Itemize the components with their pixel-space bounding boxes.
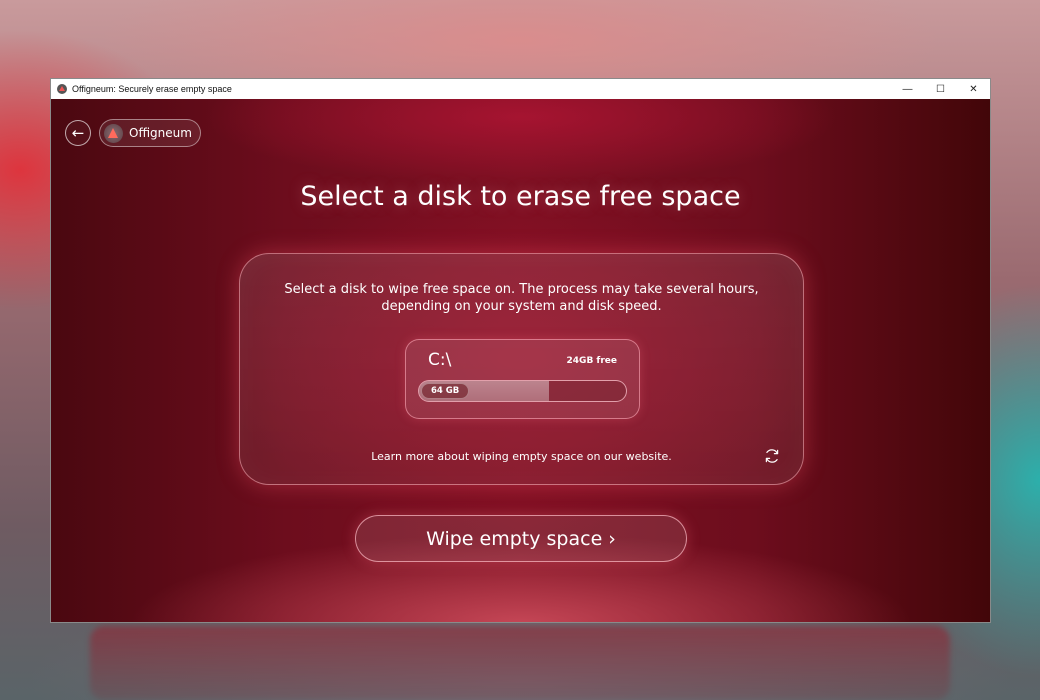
app-logo-icon — [57, 84, 67, 94]
learn-more-link[interactable]: Learn more about wiping empty space on o… — [240, 450, 803, 463]
maximize-button[interactable]: ☐ — [924, 79, 957, 99]
brand-name: Offigneum — [129, 126, 192, 140]
app-window: Offigneum: Securely erase empty space — … — [50, 78, 991, 623]
brand-badge[interactable]: Offigneum — [99, 119, 201, 147]
back-button[interactable]: ← — [65, 120, 91, 146]
disk-usage-bar: 64 GB — [418, 380, 627, 402]
title-bar: Offigneum: Securely erase empty space — … — [51, 79, 990, 99]
wipe-empty-space-button[interactable]: Wipe empty space › — [355, 515, 687, 562]
disk-free-space: 24GB free — [566, 356, 617, 366]
refresh-icon[interactable] — [763, 447, 781, 465]
disk-size-badge: 64 GB — [421, 383, 470, 399]
card-description: Select a disk to wipe free space on. The… — [284, 282, 759, 314]
window-controls: — ☐ ✕ — [891, 79, 990, 99]
main-content: ← Offigneum Select a disk to erase free … — [51, 99, 990, 622]
brand-logo-icon — [104, 123, 123, 143]
disk-name: C:\ — [428, 350, 452, 370]
disk-selection-card: Select a disk to wipe free space on. The… — [239, 253, 804, 485]
minimize-button[interactable]: — — [891, 79, 924, 99]
close-button[interactable]: ✕ — [957, 79, 990, 99]
page-title: Select a disk to erase free space — [300, 181, 741, 212]
disk-tile-c[interactable]: C:\ 24GB free 64 GB — [405, 339, 640, 419]
back-arrow-icon: ← — [71, 124, 85, 142]
window-reflection — [90, 626, 950, 700]
window-title: Offigneum: Securely erase empty space — [72, 84, 232, 94]
